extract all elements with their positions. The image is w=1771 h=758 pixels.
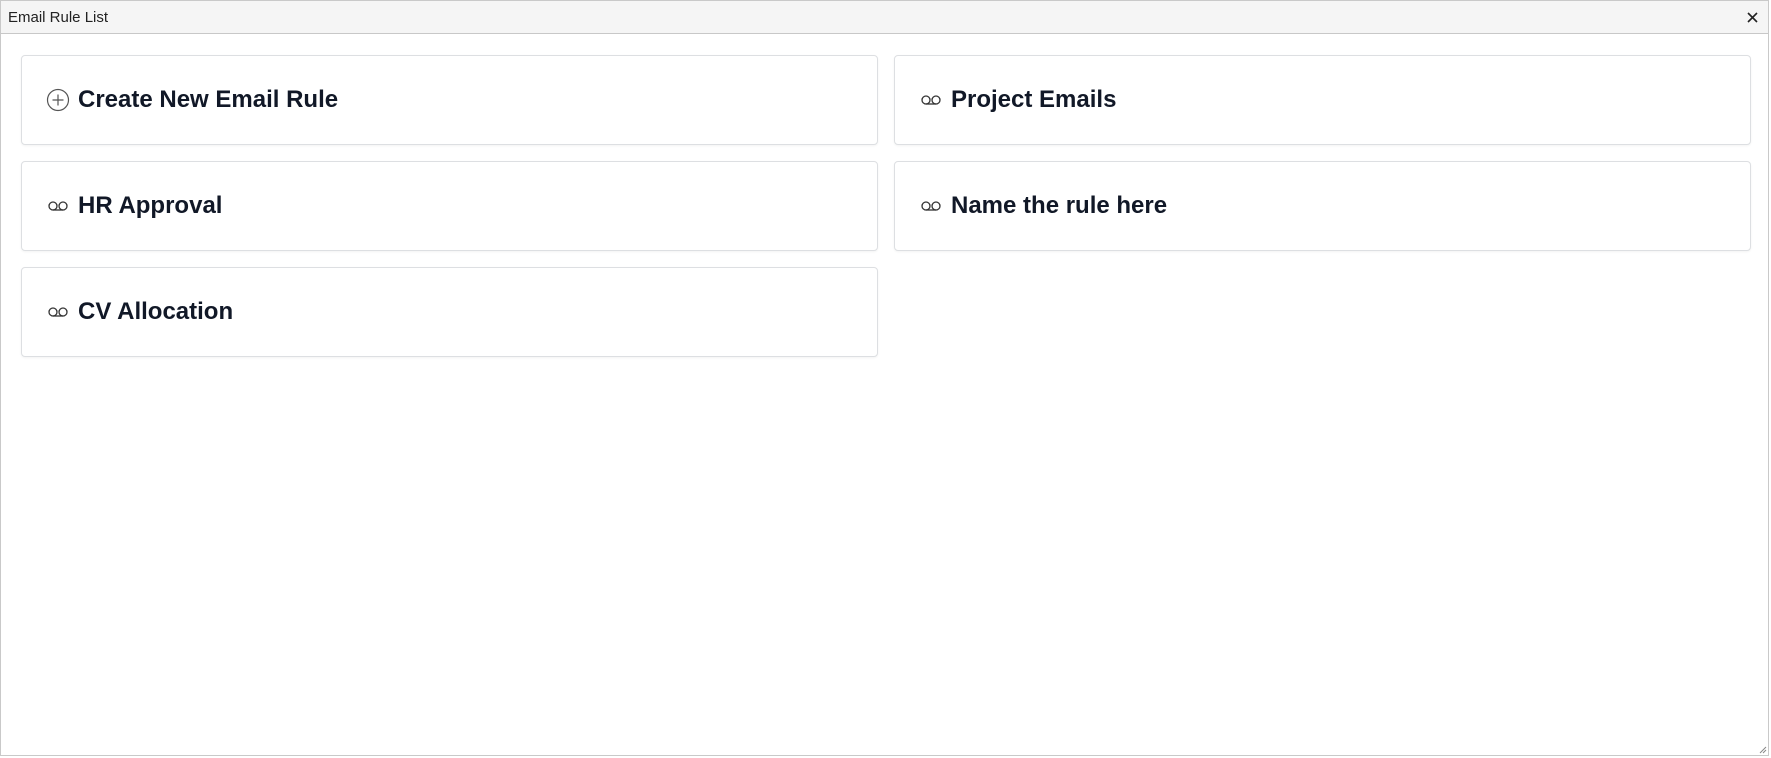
close-button[interactable] (1742, 7, 1762, 27)
rule-card-project-emails[interactable]: Project Emails (894, 55, 1751, 145)
voicemail-icon (46, 300, 70, 324)
card-label: Name the rule here (951, 192, 1168, 219)
resize-grip-icon[interactable] (1757, 744, 1767, 754)
rule-card-name-the-rule-here[interactable]: Name the rule here (894, 161, 1751, 251)
card-label: Create New Email Rule (78, 86, 339, 113)
voicemail-icon (919, 88, 943, 112)
rule-card-hr-approval[interactable]: HR Approval (21, 161, 878, 251)
email-rule-list-window: Email Rule List Create New Email Rule Pr… (0, 0, 1769, 756)
create-new-email-rule-card[interactable]: Create New Email Rule (21, 55, 878, 145)
voicemail-icon (46, 194, 70, 218)
plus-circle-icon (46, 88, 70, 112)
window-title: Email Rule List (8, 9, 109, 26)
card-label: CV Allocation (78, 298, 234, 325)
card-label: HR Approval (78, 192, 223, 219)
rule-cards-grid: Create New Email Rule Project Emails HR … (21, 55, 1751, 357)
card-label: Project Emails (951, 86, 1117, 113)
window-titlebar[interactable]: Email Rule List (1, 1, 1768, 34)
close-icon (1746, 11, 1758, 23)
voicemail-icon (919, 194, 943, 218)
rule-card-cv-allocation[interactable]: CV Allocation (21, 267, 878, 357)
